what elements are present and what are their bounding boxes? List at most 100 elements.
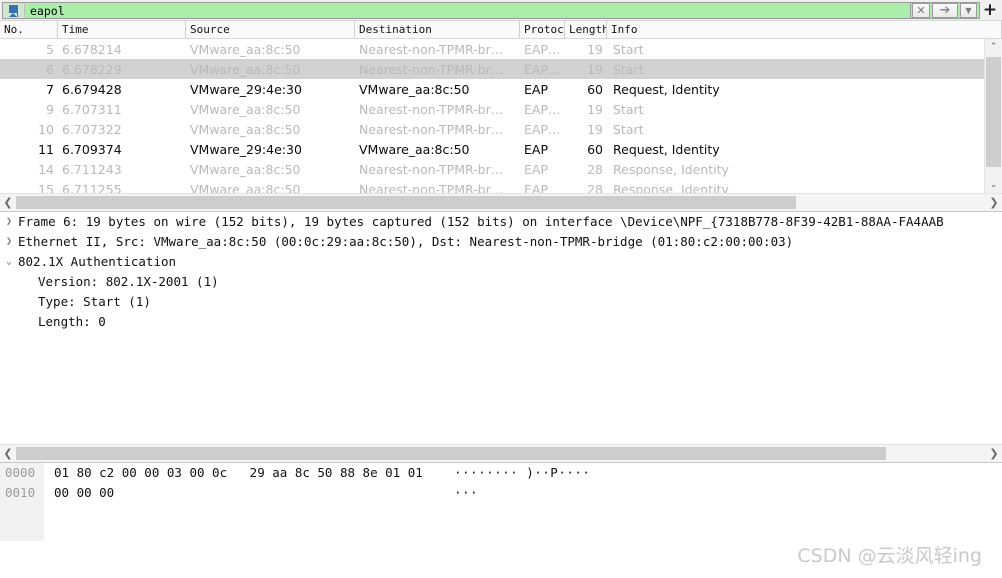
bytes-row[interactable]: 0010 00 00 00 ··· [0, 483, 1002, 503]
scroll-left-icon[interactable]: ❮ [0, 445, 16, 462]
packet-row-protocol: EAPOL [524, 61, 565, 77]
packet-row-info: Request, Identity [613, 81, 720, 97]
packet-row[interactable]: 10 6.707322 VMware_aa:8c:50 Nearest-non-TPM… [0, 119, 984, 139]
packet-row-source: VMware_aa:8c:50 [190, 181, 301, 194]
packet-row-time: 6.707311 [62, 101, 122, 117]
scroll-right-icon[interactable]: ❯ [986, 445, 1002, 462]
packet-row-no: 14 [38, 161, 54, 177]
packet-row-info: Response, Identity [613, 181, 729, 194]
packet-row-length: 60 [587, 81, 603, 97]
bytes-row[interactable]: 0000 01 80 c2 00 00 03 00 0c 29 aa 8c 50 … [0, 463, 1002, 483]
packet-row-length: 19 [587, 41, 603, 57]
packet-detail-horizontal-scrollbar[interactable]: ❮ ❯ [0, 444, 1002, 462]
detail-tree-item[interactable]: ❯ Ethernet II, Src: VMware_aa:8c:50 (00:0… [0, 232, 1002, 252]
scroll-right-icon[interactable]: ❯ [986, 194, 1002, 211]
scroll-thumb[interactable] [986, 57, 1001, 167]
packet-row-length: 28 [587, 161, 603, 177]
packet-row-no: 11 [38, 141, 54, 157]
packet-bytes-pane: 0000 01 80 c2 00 00 03 00 0c 29 aa 8c 50 … [0, 462, 1002, 541]
bookmark-glyph-icon [9, 4, 18, 17]
packet-row-info: Start [613, 121, 644, 137]
detail-tree-item-label: Frame 6: 19 bytes on wire (152 bits), 19… [18, 214, 944, 229]
detail-tree-item-label: Type: Start (1) [38, 294, 151, 309]
packet-row-protocol: EAPOL [524, 121, 565, 137]
column-header-destination[interactable]: Destination [355, 21, 520, 38]
packet-list-pane: No. Time Source Destination Protocol Len… [0, 21, 1002, 211]
packet-row-source: VMware_aa:8c:50 [190, 101, 301, 117]
packet-row-destination: Nearest-non-TPMR-br… [359, 41, 504, 57]
filter-buttons-group: ✕ ➔ ▼ [911, 2, 980, 19]
packet-row-length: 60 [587, 141, 603, 157]
filter-bookmark-icon[interactable] [2, 2, 24, 19]
detail-tree-item-label: Version: 802.1X-2001 (1) [38, 274, 219, 289]
packet-row-source: VMware_aa:8c:50 [190, 121, 301, 137]
detail-tree-item[interactable]: ❯ Frame 6: 19 bytes on wire (152 bits), 1… [0, 212, 1002, 232]
packet-list-horizontal-scrollbar[interactable]: ❮ ❯ [0, 193, 1002, 211]
display-filter-input[interactable] [24, 2, 911, 19]
apply-filter-icon[interactable]: ➔ [932, 3, 958, 18]
packet-row-destination: Nearest-non-TPMR-br… [359, 61, 504, 77]
detail-tree-item[interactable]: ⌄ 802.1X Authentication [0, 252, 1002, 272]
packet-row-no: 7 [46, 81, 54, 97]
packet-row-time: 6.711255 [62, 181, 122, 194]
packet-row-info: Response, Identity [613, 161, 729, 177]
column-header-info[interactable]: Info [607, 21, 1002, 38]
packet-row[interactable]: 6 6.678229 VMware_aa:8c:50 Nearest-non-TPMR… [0, 59, 984, 79]
packet-row-no: 9 [46, 101, 54, 117]
packet-row[interactable]: 9 6.707311 VMware_aa:8c:50 Nearest-non-TPMR… [0, 99, 984, 119]
column-header-source[interactable]: Source [186, 21, 355, 38]
packet-row-time: 6.709374 [62, 141, 122, 157]
packet-row-length: 28 [587, 181, 603, 194]
column-header-protocol[interactable]: Protocol [520, 21, 565, 38]
packet-row-time: 6.678214 [62, 41, 122, 57]
packet-row-no: 15 [38, 181, 54, 194]
scroll-thumb[interactable] [16, 447, 886, 460]
column-header-no[interactable]: No. [0, 21, 58, 38]
packet-list-header: No. Time Source Destination Protocol Len… [0, 21, 1002, 39]
packet-row[interactable]: 14 6.711243 VMware_aa:8c:50 Nearest-non-TPM… [0, 159, 984, 179]
packet-row[interactable]: 15 6.711255 VMware_aa:8c:50 Nearest-non-TPM… [0, 179, 984, 194]
display-filter-bar: ✕ ➔ ▼ + [0, 0, 1002, 21]
bytes-row-ascii: ··· [454, 485, 479, 500]
packet-row-no: 10 [38, 121, 54, 137]
scroll-down-icon[interactable]: ⌄ [985, 177, 1002, 193]
packet-row-destination: VMware_aa:8c:50 [359, 141, 470, 157]
bytes-row-hex: 00 00 00 [54, 485, 115, 500]
scroll-thumb[interactable] [16, 196, 796, 209]
watermark-text: CSDN @云淡风轻ing [797, 545, 982, 567]
column-header-time[interactable]: Time [58, 21, 186, 38]
clear-filter-icon[interactable]: ✕ [912, 3, 930, 18]
detail-tree-item-label: Length: 0 [38, 314, 106, 329]
packet-row[interactable]: 7 6.679428 VMware_29:4e:30 VMware_aa:8c:50 E… [0, 79, 984, 99]
packet-list-vertical-scrollbar[interactable]: ⌃ ⌄ [984, 39, 1002, 193]
bytes-row-offset: 0000 [5, 465, 36, 480]
packet-row-protocol: EAP [524, 181, 548, 194]
packet-row[interactable]: 5 6.678214 VMware_aa:8c:50 Nearest-non-TPMR… [0, 39, 984, 59]
detail-tree-item[interactable]: Version: 802.1X-2001 (1) [0, 272, 1002, 292]
packet-row-destination: Nearest-non-TPMR-br… [359, 181, 504, 194]
column-header-length[interactable]: Length [565, 21, 607, 38]
packet-row[interactable]: 11 6.709374 VMware_29:4e:30 VMware_aa:8c:50… [0, 139, 984, 159]
packet-row-source: VMware_29:4e:30 [190, 81, 302, 97]
chevron-right-icon[interactable]: ❯ [0, 232, 18, 252]
detail-tree-item-label: 802.1X Authentication [18, 254, 177, 269]
packet-row-destination: VMware_aa:8c:50 [359, 81, 470, 97]
detail-tree-item[interactable]: Type: Start (1) [0, 292, 1002, 312]
bytes-row-ascii: ········ )··P···· [454, 465, 591, 480]
packet-row-destination: Nearest-non-TPMR-br… [359, 161, 504, 177]
bytes-row-offset: 0010 [5, 485, 36, 500]
scroll-up-icon[interactable]: ⌃ [985, 39, 1002, 55]
packet-row-info: Start [613, 61, 644, 77]
packet-row-protocol: EAPOL [524, 101, 565, 117]
add-filter-button-icon[interactable]: + [980, 2, 1000, 19]
scroll-left-icon[interactable]: ❮ [0, 194, 16, 211]
detail-tree-item[interactable]: Length: 0 [0, 312, 1002, 332]
packet-row-no: 6 [46, 61, 54, 77]
chevron-down-icon[interactable]: ⌄ [0, 252, 18, 272]
filter-history-chevron-down-icon[interactable]: ▼ [960, 3, 977, 18]
bytes-row-hex: 01 80 c2 00 00 03 00 0c 29 aa 8c 50 88 8… [54, 465, 423, 480]
packet-row-info: Start [613, 101, 644, 117]
packet-row-time: 6.678229 [62, 61, 122, 77]
packet-row-protocol: EAPOL [524, 41, 565, 57]
chevron-right-icon[interactable]: ❯ [0, 212, 18, 232]
